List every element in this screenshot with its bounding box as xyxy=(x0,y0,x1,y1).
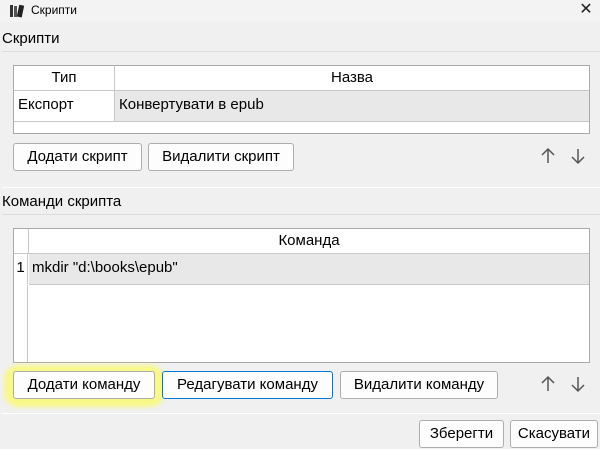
add-script-button[interactable]: Додати скрипт xyxy=(13,143,142,171)
column-header-type[interactable]: Тип xyxy=(14,66,115,91)
remove-command-button[interactable]: Видалити команду xyxy=(340,371,498,399)
scripts-section-title: Скрипти xyxy=(2,30,60,47)
table-row[interactable]: Експорт Конвертувати в epub xyxy=(14,91,589,122)
script-name-cell[interactable]: Конвертувати в epub xyxy=(115,91,589,121)
command-cell[interactable]: mkdir "d:\books\epub" xyxy=(29,254,589,284)
window-title: Скрипти xyxy=(31,3,77,17)
row-number[interactable]: 1 xyxy=(14,254,28,284)
commands-section-title: Команди скрипта xyxy=(2,193,122,210)
close-icon[interactable]: ✕ xyxy=(572,0,600,22)
row-number-empty xyxy=(14,285,28,362)
app-books-icon xyxy=(10,4,25,18)
column-header-command[interactable]: Команда xyxy=(29,229,589,254)
move-up-icon[interactable] xyxy=(538,374,558,394)
remove-script-button[interactable]: Видалити скрипт xyxy=(148,143,294,171)
title-bar: Скрипти ✕ xyxy=(0,0,600,22)
script-type-cell[interactable]: Експорт xyxy=(14,91,115,121)
edit-command-button[interactable]: Редагувати команду xyxy=(162,371,333,399)
column-header-name[interactable]: Назва xyxy=(115,66,589,91)
scripts-table: Тип Назва Експорт Конвертувати в epub xyxy=(13,65,590,134)
move-down-icon[interactable] xyxy=(568,374,588,394)
save-button[interactable]: Зберегти xyxy=(419,420,504,448)
table-row[interactable]: mkdir "d:\books\epub" xyxy=(29,254,589,285)
cancel-button[interactable]: Скасувати xyxy=(510,420,598,448)
move-down-icon[interactable] xyxy=(568,146,588,166)
commands-table: Команда 1 mkdir "d:\books\epub" xyxy=(13,228,590,363)
move-up-icon[interactable] xyxy=(538,146,558,166)
add-command-button[interactable]: Додати команду xyxy=(13,371,155,399)
row-number-header xyxy=(14,229,29,254)
